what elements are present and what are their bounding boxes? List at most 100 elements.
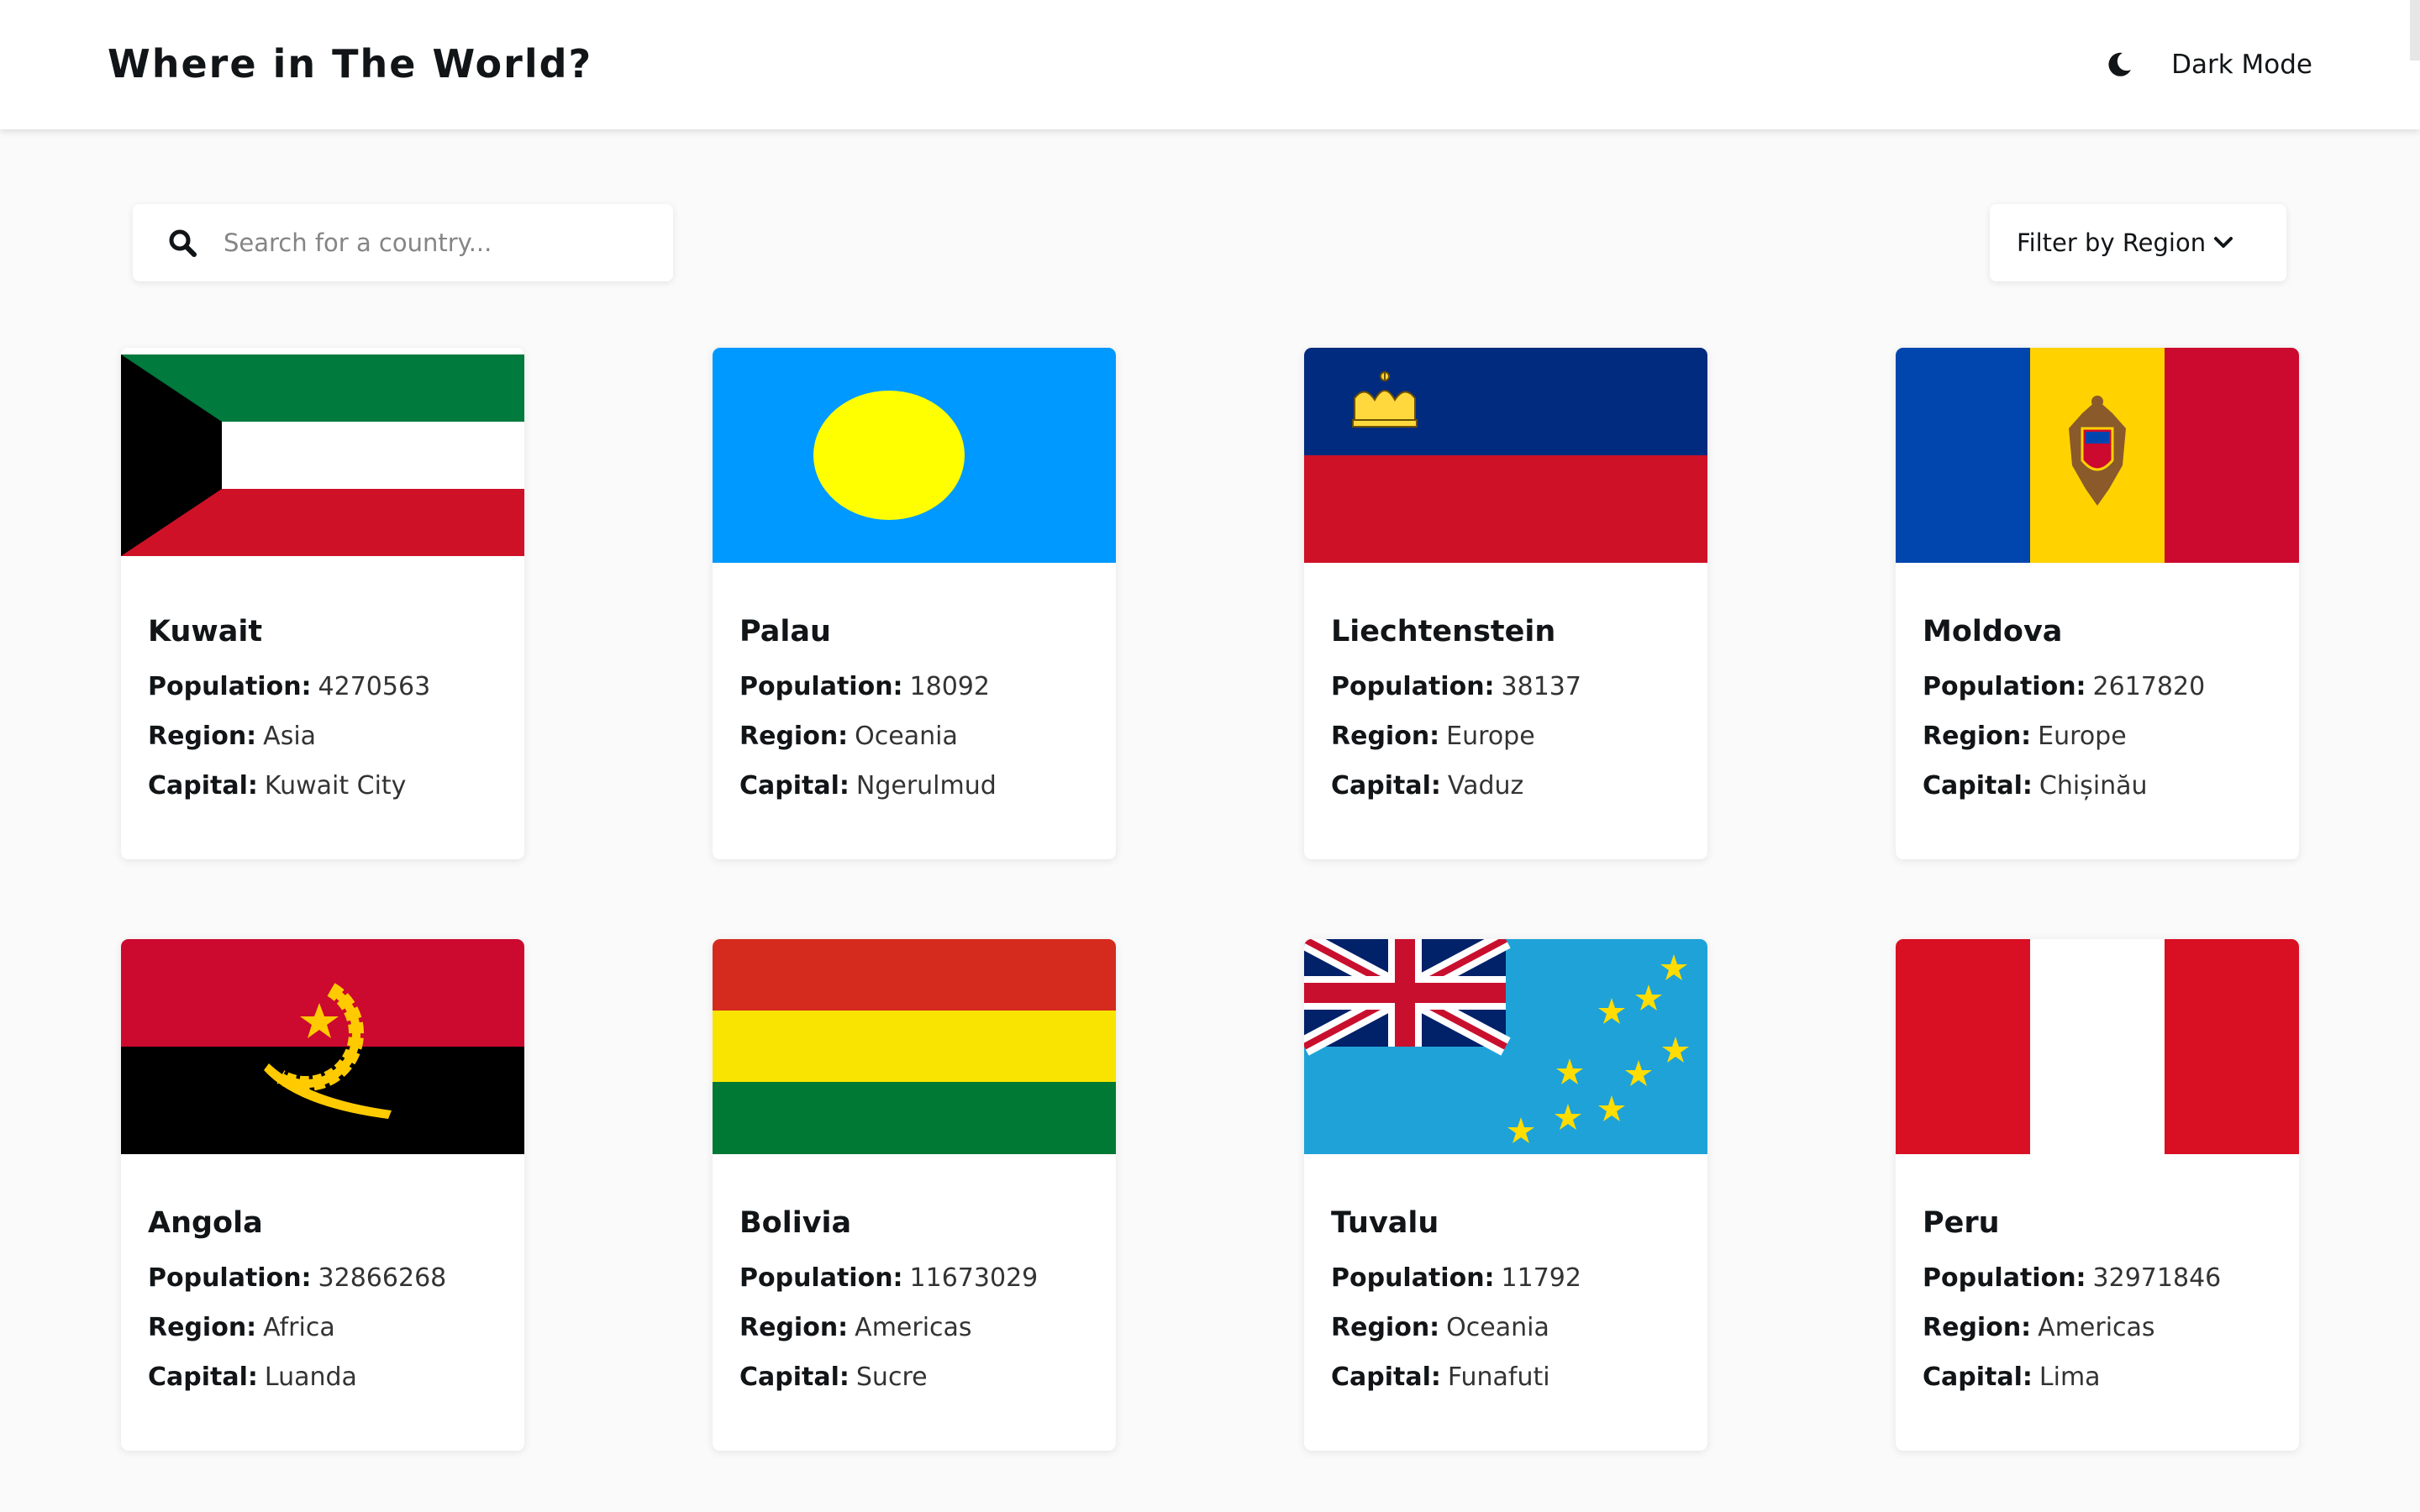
population-value: 11673029 [909, 1263, 1039, 1293]
country-name: Liechtenstein [1331, 615, 1556, 648]
country-card-kuwait[interactable]: Kuwait Population: 4270563 Region: Asia Ca… [121, 348, 524, 859]
capital-row: Capital: Ngerulmud [739, 769, 997, 803]
union-jack-canton [1304, 939, 1511, 1056]
capital-row: Capital: Lima [1923, 1361, 2101, 1394]
top-header: Where in The World? Dark Mode [0, 0, 2420, 129]
flag-moldova [1896, 348, 2299, 563]
region-label: Region: [1923, 722, 2032, 751]
country-card-angola[interactable]: Angola Population: 32866268 Region: Africa… [121, 939, 524, 1451]
region-label: Region: [739, 722, 849, 751]
population-label: Population: [739, 672, 903, 701]
capital-value: Lima [2039, 1362, 2101, 1392]
country-card-moldova[interactable]: Moldova Population: 2617820 Region: Europe… [1896, 348, 2299, 859]
dark-mode-toggle[interactable]: Dark Mode [2106, 44, 2312, 86]
chevron-down-icon [2214, 237, 2233, 248]
region-row: Region: Oceania [739, 720, 958, 753]
region-value: Americas [855, 1313, 972, 1342]
region-row: Region: Africa [148, 1311, 335, 1345]
population-label: Population: [148, 672, 312, 701]
search-box[interactable] [133, 204, 673, 281]
population-row: Population: 38137 [1331, 670, 1581, 704]
population-label: Population: [1331, 1263, 1495, 1293]
region-value: Asia [263, 722, 317, 751]
country-name: Bolivia [739, 1206, 852, 1240]
capital-label: Capital: [148, 771, 258, 801]
dark-mode-label: Dark Mode [2171, 50, 2312, 80]
capital-label: Capital: [739, 1362, 850, 1392]
region-label: Region: [1331, 722, 1440, 751]
region-value: Oceania [1446, 1313, 1549, 1342]
capital-row: Capital: Sucre [739, 1361, 928, 1394]
region-label: Region: [1331, 1313, 1440, 1342]
capital-row: Capital: Luanda [148, 1361, 357, 1394]
capital-value: Luanda [264, 1362, 357, 1392]
capital-value: Ngerulmud [855, 771, 997, 801]
country-name: Kuwait [148, 615, 263, 648]
region-value: Europe [2038, 722, 2127, 751]
population-value: 4270563 [318, 672, 431, 701]
capital-value: Kuwait City [264, 771, 407, 801]
region-row: Region: Asia [148, 720, 316, 753]
capital-row: Capital: Vaduz [1331, 769, 1523, 803]
capital-label: Capital: [1923, 1362, 2033, 1392]
population-value: 11792 [1501, 1263, 1581, 1293]
region-label: Region: [148, 1313, 257, 1342]
flag-liechtenstein [1304, 348, 1707, 563]
population-label: Population: [148, 1263, 312, 1293]
capital-value: Sucre [855, 1362, 928, 1392]
filter-label: Filter by Region [2017, 228, 2207, 257]
country-card-tuvalu[interactable]: Tuvalu Population: 11792 Region: Oceania C… [1304, 939, 1707, 1451]
population-row: Population: 32971846 [1923, 1262, 2221, 1295]
region-value: Americas [2038, 1313, 2155, 1342]
region-value: Europe [1446, 722, 1535, 751]
region-value: Africa [263, 1313, 335, 1342]
country-card-liechtenstein[interactable]: Liechtenstein Population: 38137 Region: Eu… [1304, 348, 1707, 859]
region-filter-dropdown[interactable]: Filter by Region [1990, 204, 2286, 281]
moon-icon [2108, 52, 2132, 76]
scrollbar-thumb[interactable] [2410, 0, 2420, 60]
population-row: Population: 32866268 [148, 1262, 446, 1295]
country-name: Angola [148, 1206, 263, 1240]
country-name: Peru [1923, 1206, 2000, 1240]
capital-value: Funafuti [1447, 1362, 1550, 1392]
flag-palau [713, 348, 1116, 563]
flag-bolivia [713, 939, 1116, 1154]
search-input[interactable] [224, 218, 627, 268]
region-label: Region: [148, 722, 257, 751]
region-row: Region: Oceania [1331, 1311, 1549, 1345]
capital-label: Capital: [739, 771, 850, 801]
population-row: Population: 11792 [1331, 1262, 1581, 1295]
population-value: 32971846 [2092, 1263, 2222, 1293]
population-value: 18092 [909, 672, 990, 701]
region-row: Region: Americas [739, 1311, 972, 1345]
population-value: 2617820 [2092, 672, 2206, 701]
country-card-palau[interactable]: Palau Population: 18092 Region: Oceania Ca… [713, 348, 1116, 859]
search-icon [169, 229, 197, 257]
region-label: Region: [1923, 1313, 2032, 1342]
capital-row: Capital: Funafuti [1331, 1361, 1550, 1394]
app-title: Where in The World? [108, 41, 593, 87]
population-row: Population: 4270563 [148, 670, 430, 704]
capital-label: Capital: [1923, 771, 2033, 801]
region-value: Oceania [855, 722, 958, 751]
region-row: Region: Americas [1923, 1311, 2155, 1345]
population-row: Population: 2617820 [1923, 670, 2205, 704]
country-card-peru[interactable]: Peru Population: 32971846 Region: Americas… [1896, 939, 2299, 1451]
flag-peru [1896, 939, 2299, 1154]
capital-value: Chișinău [2039, 771, 2148, 801]
country-card-bolivia[interactable]: Bolivia Population: 11673029 Region: Ameri… [713, 939, 1116, 1451]
capital-row: Capital: Kuwait City [148, 769, 406, 803]
region-label: Region: [739, 1313, 849, 1342]
flag-kuwait [121, 348, 524, 563]
population-label: Population: [1923, 1263, 2086, 1293]
population-row: Population: 11673029 [739, 1262, 1038, 1295]
population-label: Population: [739, 1263, 903, 1293]
flag-tuvalu [1304, 939, 1707, 1154]
capital-value: Vaduz [1447, 771, 1524, 801]
population-row: Population: 18092 [739, 670, 990, 704]
population-label: Population: [1331, 672, 1495, 701]
flag-angola [121, 939, 524, 1154]
capital-label: Capital: [1331, 771, 1441, 801]
population-label: Population: [1923, 672, 2086, 701]
region-row: Region: Europe [1331, 720, 1535, 753]
